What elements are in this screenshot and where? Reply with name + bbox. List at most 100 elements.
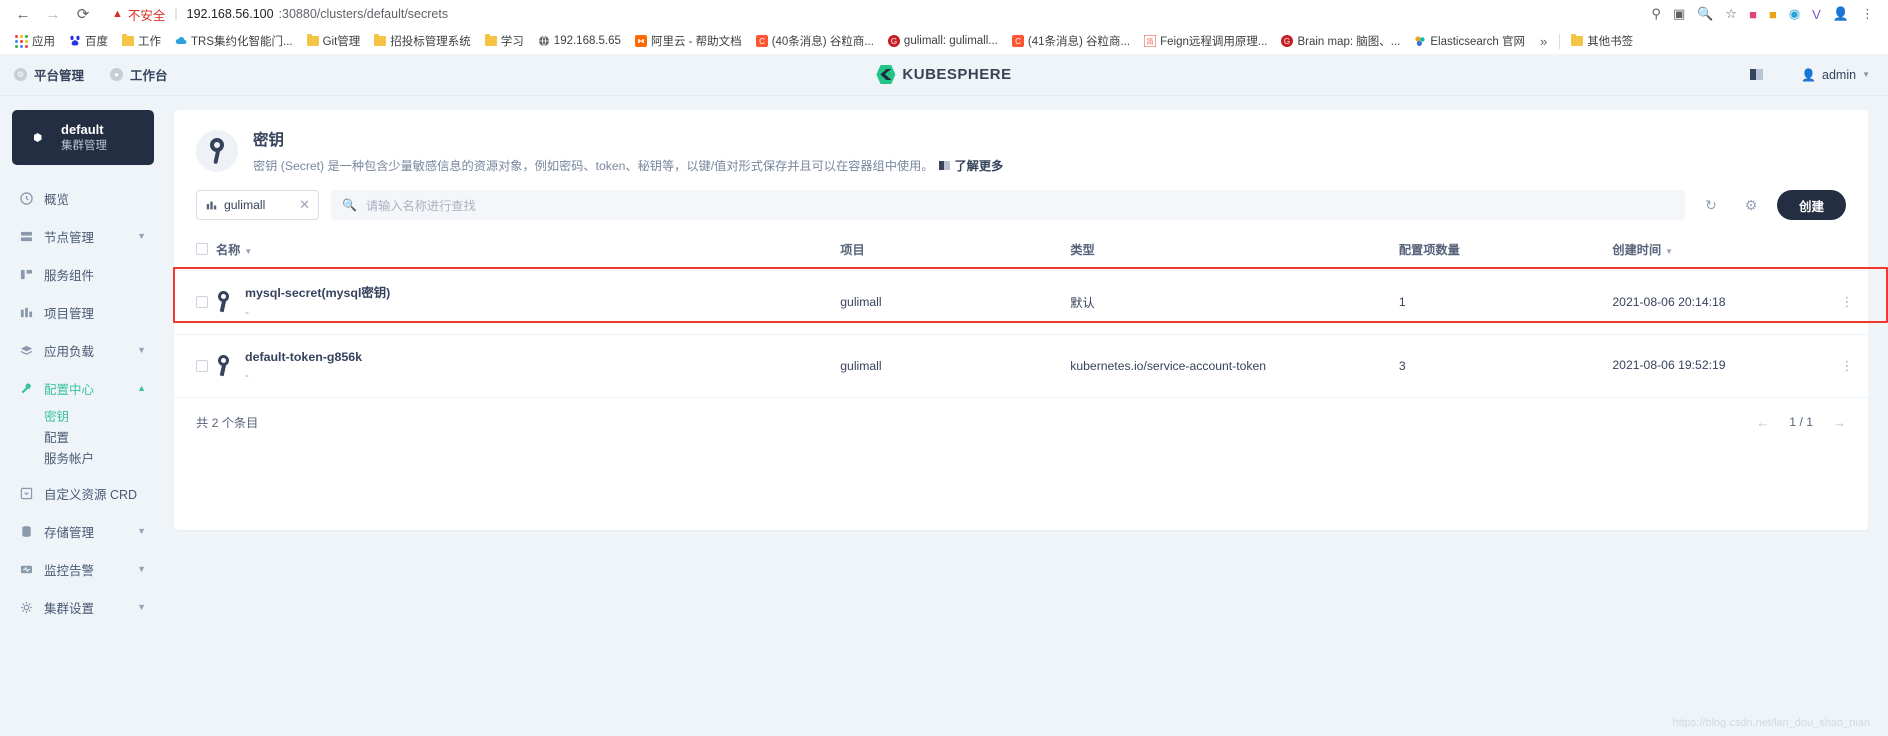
bookmarks-overflow-icon[interactable]: » bbox=[1532, 34, 1555, 49]
sidebar-item-label: 自定义资源 CRD bbox=[44, 487, 138, 502]
overview-icon bbox=[18, 191, 34, 205]
search-box[interactable]: 🔍 请输入名称进行查找 bbox=[331, 190, 1685, 220]
globe-icon bbox=[538, 35, 549, 47]
project-filter-chip[interactable]: gulimall ✕ bbox=[196, 190, 319, 220]
bookmark-csdn-40[interactable]: C (40条消息) 谷粒商... bbox=[749, 31, 881, 51]
table-row[interactable]: mysql-secret(mysql密钥) - gulimall 默认 1 20… bbox=[174, 270, 1868, 335]
select-all-header bbox=[174, 234, 216, 271]
bookmark-brain-map[interactable]: G Brain map: 脑图、... bbox=[1274, 31, 1407, 51]
row-count: 3 bbox=[1398, 334, 1613, 399]
bookmark-baidu[interactable]: 百度 bbox=[62, 31, 115, 51]
key-password-icon[interactable]: ⚲ bbox=[1651, 6, 1661, 22]
sidebar-item-monitoring-alerts[interactable]: 监控告警 ▼ bbox=[12, 550, 154, 588]
row-project: gulimall bbox=[840, 334, 1071, 399]
sidebar: default 集群管理 概览 节点管理 ▼ 服务组件 项目管理 应用负载 ▼ … bbox=[0, 96, 166, 736]
nav-workbench[interactable]: ● 工作台 bbox=[110, 65, 168, 84]
translate-icon[interactable]: ▣ bbox=[1673, 6, 1685, 22]
bookmark-ip-5-65[interactable]: 192.168.5.65 bbox=[531, 33, 628, 49]
forward-arrow-icon[interactable]: → bbox=[40, 1, 66, 27]
next-page-icon[interactable]: → bbox=[1833, 415, 1846, 430]
row-name[interactable]: default-token-g856k bbox=[245, 348, 362, 367]
sidebar-item-service-components[interactable]: 服务组件 bbox=[12, 255, 154, 293]
bookmark-label: 工作 bbox=[138, 36, 161, 48]
sidebar-item-configmaps[interactable]: 配置 bbox=[44, 428, 154, 449]
document-icon bbox=[938, 160, 950, 170]
more-actions-icon[interactable]: ⋮ bbox=[1826, 295, 1868, 308]
bookmark-csdn-41[interactable]: C (41条消息) 谷粒商... bbox=[1005, 31, 1137, 51]
bookmark-other-folder[interactable]: 其他书签 bbox=[1564, 31, 1640, 51]
sidebar-item-secrets[interactable]: 密钥 bbox=[44, 407, 154, 428]
create-button[interactable]: 创建 bbox=[1776, 190, 1846, 220]
gear-icon[interactable]: ⚙ bbox=[1737, 191, 1765, 219]
row-name-cell: mysql-secret(mysql密钥) - bbox=[216, 270, 841, 335]
sidebar-item-project-management[interactable]: 项目管理 bbox=[12, 293, 154, 331]
svg-text:C: C bbox=[1015, 37, 1021, 46]
sidebar-item-service-accounts[interactable]: 服务帐户 bbox=[44, 449, 154, 470]
bookmark-feign[interactable]: 简 Feign远程调用原理... bbox=[1137, 31, 1274, 51]
profile-avatar-icon[interactable]: 👤 bbox=[1833, 6, 1849, 22]
prev-page-icon[interactable]: ← bbox=[1756, 415, 1769, 430]
bookmark-label: (41条消息) 谷粒商... bbox=[1027, 36, 1131, 48]
back-arrow-icon[interactable]: ← bbox=[10, 1, 36, 27]
bookmark-gulimall-gitee[interactable]: G gulimall: gulimall... bbox=[881, 33, 1005, 49]
sidebar-item-crd[interactable]: 自定义资源 CRD bbox=[12, 474, 154, 512]
row-checkbox[interactable] bbox=[196, 296, 208, 309]
page-description: 密钥 (Secret) 是一种包含少量敏感信息的资源对象，例如密码、token、… bbox=[253, 156, 1003, 174]
sidebar-item-label: 节点管理 bbox=[44, 230, 95, 245]
sidebar-item-config-center[interactable]: 配置中心 ▲ bbox=[12, 369, 154, 407]
extension-purple-icon[interactable]: V bbox=[1812, 7, 1821, 22]
bookmark-aliyun[interactable]: 阿里云 - 帮助文档 bbox=[628, 31, 749, 51]
column-header-name[interactable]: 名称 ▼ bbox=[216, 234, 841, 271]
sidebar-item-node-management[interactable]: 节点管理 ▼ bbox=[12, 217, 154, 255]
column-header-actions bbox=[1826, 234, 1868, 271]
select-all-checkbox[interactable] bbox=[196, 243, 208, 255]
close-icon[interactable]: ✕ bbox=[299, 197, 310, 213]
row-checkbox[interactable] bbox=[196, 359, 208, 372]
row-description: - bbox=[245, 304, 249, 319]
extension-orange-icon[interactable]: ■ bbox=[1769, 7, 1777, 22]
bookmark-label: 阿里云 - 帮助文档 bbox=[650, 36, 742, 48]
csdn-icon: C bbox=[755, 35, 768, 47]
cluster-selector[interactable]: default 集群管理 bbox=[12, 110, 154, 165]
folder-icon bbox=[306, 34, 319, 46]
sidebar-item-cluster-settings[interactable]: 集群设置 ▼ bbox=[12, 588, 154, 626]
bookmark-elasticsearch[interactable]: Elasticsearch 官网 bbox=[1407, 31, 1532, 51]
column-header-created[interactable]: 创建时间 ▼ bbox=[1612, 234, 1826, 271]
chevron-up-icon: ▲ bbox=[137, 383, 146, 393]
bookmark-git-folder[interactable]: Git管理 bbox=[300, 31, 368, 51]
learn-more-link[interactable]: 了解更多 bbox=[955, 156, 1004, 174]
bookmark-trs[interactable]: TRS集约化智能门... bbox=[168, 31, 300, 51]
row-name[interactable]: mysql-secret(mysql密钥) bbox=[245, 284, 390, 303]
bookmark-star-icon[interactable]: ☆ bbox=[1725, 6, 1737, 22]
nav-platform-management[interactable]: ⚙ 平台管理 bbox=[14, 65, 84, 84]
address-bar[interactable]: ▲ 不安全 | 192.168.56.100:30880/clusters/de… bbox=[104, 3, 1647, 25]
user-menu[interactable]: 👤 admin ▼ bbox=[1801, 68, 1870, 82]
sidebar-item-label: 项目管理 bbox=[44, 306, 95, 321]
bookmark-apps[interactable]: 应用 bbox=[8, 31, 62, 51]
row-description: - bbox=[245, 368, 249, 383]
table-row[interactable]: default-token-g856k - gulimall kubernete… bbox=[174, 334, 1868, 399]
bookmarks-bar: 应用 百度 工作 TRS集约化智能门... Git管理 招投标管理系统 学习 1… bbox=[0, 28, 1888, 54]
sidebar-item-workloads[interactable]: 应用负载 ▼ bbox=[12, 331, 154, 369]
bookmark-work-folder[interactable]: 工作 bbox=[115, 31, 168, 51]
sidebar-item-storage-management[interactable]: 存储管理 ▼ bbox=[12, 512, 154, 550]
row-project: gulimall bbox=[840, 270, 1071, 335]
bookmark-study-folder[interactable]: 学习 bbox=[478, 31, 531, 51]
row-created: 2021-08-06 20:14:18 bbox=[1612, 270, 1826, 335]
extension-pink-icon[interactable]: ■ bbox=[1749, 7, 1757, 22]
search-icon: 🔍 bbox=[342, 198, 357, 212]
refresh-icon[interactable]: ↻ bbox=[1697, 191, 1725, 219]
extension-blue-icon[interactable]: ◉ bbox=[1789, 6, 1800, 22]
row-count: 1 bbox=[1398, 270, 1613, 335]
sidebar-item-overview[interactable]: 概览 bbox=[12, 179, 154, 217]
project-icon bbox=[18, 306, 34, 319]
kubesphere-mark-icon bbox=[876, 65, 896, 84]
browser-menu-icon[interactable]: ⋮ bbox=[1861, 6, 1874, 22]
reload-icon[interactable]: ⟳ bbox=[70, 1, 96, 27]
search-icon[interactable]: 🔍 bbox=[1697, 6, 1713, 22]
bookmark-bidding-folder[interactable]: 招投标管理系统 bbox=[367, 31, 478, 51]
more-actions-icon[interactable]: ⋮ bbox=[1826, 359, 1868, 372]
secrets-table: 名称 ▼ 项目 类型 配置项数量 创建时间 ▼ mysql-secret(mys… bbox=[174, 234, 1868, 399]
docs-icon[interactable] bbox=[1750, 69, 1764, 80]
watermark: https://blog.csdn.net/lan_dou_shao_nian bbox=[1672, 717, 1870, 729]
